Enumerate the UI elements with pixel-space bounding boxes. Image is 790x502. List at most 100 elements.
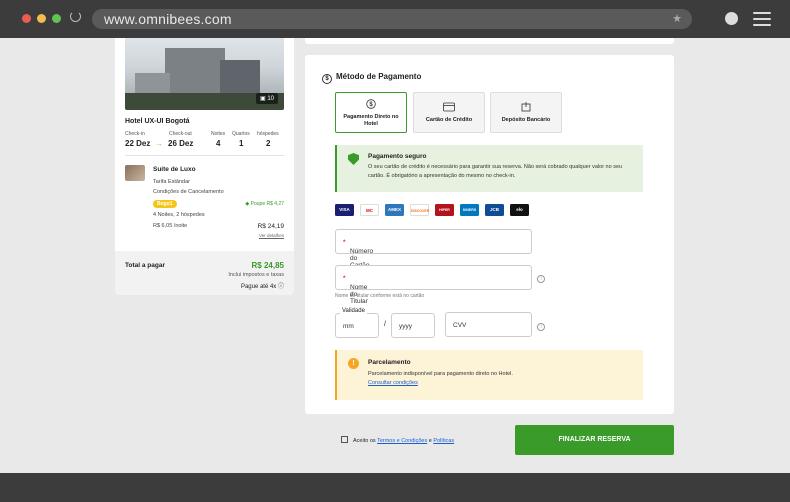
payment-section: $ Método de Pagamento $ Pagamento Direto …	[305, 55, 674, 414]
maximize-window-icon[interactable]	[52, 14, 61, 23]
expiry-year-field[interactable]: yyyy	[391, 313, 435, 338]
browser-toolbar: www.omnibees.com ★	[0, 0, 790, 38]
month-placeholder: mm	[343, 323, 354, 330]
bank-deposit-icon	[521, 102, 531, 112]
rate-name: Tarifa Estândar	[153, 179, 190, 185]
mastercard-icon: MC	[360, 204, 379, 216]
policies-link[interactable]: Políticas	[433, 438, 454, 444]
payment-title: $ Método de Pagamento	[322, 72, 421, 84]
conditions-link[interactable]: Consultar condições	[368, 380, 418, 386]
total-price: R$ 24,85	[251, 261, 284, 270]
url-text: www.omnibees.com	[104, 11, 232, 27]
holder-hint: Nome do titular conforme está no cartão	[335, 293, 425, 299]
details-link[interactable]: Ver detalhes	[259, 233, 284, 238]
guests-value: 2	[266, 139, 271, 148]
elo-icon: elo	[510, 204, 529, 216]
expiry-month-field[interactable]: mm	[335, 313, 379, 338]
installments-text: Pague até 4x	[240, 284, 277, 290]
option-credit-card[interactable]: Cartão de Crédito	[413, 92, 485, 133]
hotel-name: Hotel UX-UI Bogotá	[125, 118, 190, 125]
finalize-booking-button[interactable]: FINALIZAR RESERVA	[515, 425, 674, 455]
option-label: Depósito Bancário	[501, 117, 551, 123]
menu-icon[interactable]	[753, 12, 771, 26]
jcb-icon: JCB	[485, 204, 504, 216]
checkout-label: Check-out	[169, 131, 192, 137]
terms-acceptance: Aceito os Termos e Condições e Políticas	[341, 436, 454, 444]
option-direct-payment[interactable]: $ Pagamento Direto no Hotel	[335, 92, 407, 133]
page-footer	[0, 473, 790, 502]
hipercard-icon: HIPER	[435, 204, 454, 216]
reservation-summary: ▣ 10 Hotel UX-UI Bogotá Check-in Check-o…	[115, 38, 294, 295]
terms-and: e	[428, 438, 432, 444]
svg-text:$: $	[369, 102, 373, 108]
taxes-note: Inclui impostos e taxas	[228, 272, 284, 278]
option-label: Pagamento Direto no Hotel	[343, 114, 399, 127]
info-icon[interactable]: i	[537, 323, 545, 331]
room-thumbnail	[125, 165, 145, 181]
card-number-placeholder: * Número do Cartão	[343, 239, 373, 269]
image-count: 10	[267, 96, 274, 102]
savings-value: Poupe R$ 4,27	[250, 201, 284, 207]
profile-icon[interactable]	[725, 12, 738, 25]
nightly-price: R$ 6,05 /noite	[153, 223, 188, 229]
installments-note: Pague até 4x ⓘ	[241, 281, 284, 290]
visa-icon: VISA	[335, 204, 354, 216]
terms-checkbox[interactable]	[341, 436, 348, 443]
payment-title-text: Método de Pagamento	[336, 72, 422, 81]
holder-name-field[interactable]: * Nome do Titular	[335, 265, 532, 305]
stay-description: 4 Noites, 2 hóspedes	[153, 212, 205, 218]
total-section: Total a pagar R$ 24,85 Inclui impostos e…	[115, 251, 294, 295]
credit-card-icon	[443, 102, 455, 112]
installments-title: Parcelamento	[368, 359, 411, 366]
coin-icon: $	[366, 99, 376, 109]
cvv-placeholder: CVV	[453, 322, 467, 329]
amex-icon: AMEX	[385, 204, 404, 216]
savings-text: ◆ Poupe R$ 4,27	[245, 201, 284, 207]
cvv-field[interactable]: CVV	[445, 312, 532, 337]
secure-title: Pagamento seguro	[368, 153, 427, 160]
total-label: Total a pagar	[125, 262, 165, 269]
card-number-field[interactable]: * Número do Cartão	[335, 229, 532, 269]
installments-notice: ! Parcelamento Parcelamento indisponível…	[335, 350, 643, 400]
minimize-window-icon[interactable]	[37, 14, 46, 23]
previous-section-edge	[305, 38, 674, 44]
secure-payment-notice: Pagamento seguro O seu cartão de crédito…	[335, 145, 643, 192]
close-window-icon[interactable]	[22, 14, 31, 23]
address-bar[interactable]: www.omnibees.com ★	[92, 9, 692, 29]
info-icon[interactable]: ⓘ	[278, 284, 284, 290]
year-placeholder: yyyy	[399, 323, 412, 330]
installments-text: Parcelamento indisponível para pagamento…	[368, 371, 513, 377]
rooms-value: 1	[239, 139, 244, 148]
warning-icon: !	[348, 358, 359, 369]
image-count-badge[interactable]: ▣ 10	[255, 93, 278, 104]
nights-label: Noites	[211, 131, 226, 137]
diners-icon: DINERS	[460, 204, 479, 216]
checkout-value: 26 Dez	[168, 139, 194, 148]
info-icon[interactable]: i	[537, 275, 545, 283]
terms-link[interactable]: Termos e Condições	[377, 438, 427, 444]
guests-label: hóspedes	[257, 131, 279, 137]
dollar-icon: $	[322, 74, 332, 84]
discover-icon: DISCOVER	[410, 204, 429, 216]
arrow-right-icon: →	[155, 139, 163, 148]
date-separator: /	[384, 321, 386, 328]
option-bank-deposit[interactable]: Depósito Bancário	[490, 92, 562, 133]
nights-value: 4	[216, 139, 221, 148]
bookmark-star-icon[interactable]: ★	[672, 12, 682, 25]
room-price: R$ 24,19	[257, 223, 284, 230]
terms-prefix: Aceito os	[353, 438, 376, 444]
divider	[125, 155, 284, 156]
option-label: Cartão de Crédito	[425, 117, 473, 123]
checkin-label: Check-in	[125, 131, 145, 137]
cancellation-conditions[interactable]: Condições de Cancelamento	[153, 189, 224, 195]
validity-label: Validade	[340, 308, 367, 314]
rooms-label: Quartos	[232, 131, 250, 137]
hotel-image[interactable]: ▣ 10	[125, 38, 284, 110]
reload-icon[interactable]	[70, 11, 81, 22]
room-title: Suíte de Luxo	[153, 166, 196, 173]
holder-placeholder: * Nome do Titular	[343, 275, 368, 305]
promo-badge: Bogo1	[153, 200, 177, 208]
checkin-value: 22 Dez	[125, 139, 151, 148]
shield-icon	[348, 153, 359, 165]
secure-text: O seu cartão de crédito é necessário par…	[368, 164, 623, 179]
